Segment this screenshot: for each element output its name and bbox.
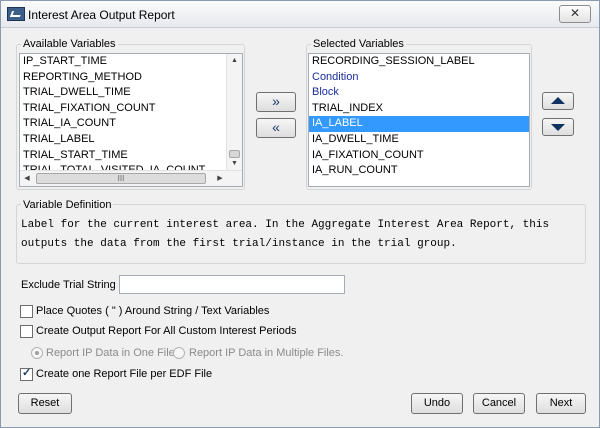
undo-button[interactable]: Undo	[411, 393, 463, 414]
scroll-up-arrow-icon[interactable]: ▲	[227, 54, 242, 68]
scroll-left-arrow-icon[interactable]: ◀	[20, 171, 34, 186]
cancel-button[interactable]: Cancel	[473, 393, 525, 414]
title-bar: Interest Area Output Report ✕	[1, 1, 599, 28]
horizontal-scroll-thumb[interactable]: III	[36, 173, 206, 184]
one-per-edf-checkbox[interactable]	[20, 366, 33, 381]
reset-button[interactable]: Reset	[18, 393, 72, 414]
available-variables-list[interactable]: IP_START_TIME REPORTING_METHOD TRIAL_DWELL…	[19, 53, 243, 187]
custom-periods-label: Create Output Report For All Custom Inte…	[36, 325, 297, 337]
available-variables-label: Available Variables	[21, 38, 118, 50]
selected-variable-item[interactable]: IA_FIXATION_COUNT	[309, 148, 529, 164]
available-variable-item[interactable]: TRIAL_IA_COUNT	[20, 116, 242, 132]
selected-variable-item[interactable]: IA_RUN_COUNT	[309, 163, 529, 179]
add-variable-button[interactable]: »	[256, 92, 296, 112]
selected-variables-label: Selected Variables	[311, 38, 406, 50]
available-variable-item[interactable]: TRIAL_FIXATION_COUNT	[20, 101, 242, 117]
move-up-button[interactable]	[542, 92, 574, 110]
dialog-window: Interest Area Output Report ✕ Available …	[0, 0, 600, 428]
ip-multiple-files-label: Report IP Data in Multiple Files.	[189, 347, 344, 359]
available-variable-item[interactable]: TRIAL_DWELL_TIME	[20, 85, 242, 101]
available-vertical-scrollbar[interactable]: ▲ ▼	[226, 54, 242, 171]
selected-variable-item[interactable]: IA_LABEL	[309, 116, 529, 132]
app-icon	[7, 7, 25, 21]
definition-line-1: Label for the current interest area. In …	[21, 219, 550, 231]
next-button[interactable]: Next	[536, 393, 586, 414]
arrow-down-icon	[551, 124, 565, 131]
scroll-right-arrow-icon[interactable]: ▶	[213, 171, 227, 186]
selected-variable-item[interactable]: Condition	[309, 70, 529, 86]
available-variable-item[interactable]: TRIAL_START_TIME	[20, 148, 242, 164]
exclude-trial-string-label: Exclude Trial String :	[21, 279, 122, 291]
available-horizontal-scrollbar[interactable]: ◀ III ▶	[20, 170, 242, 186]
exclude-trial-string-input[interactable]	[119, 275, 345, 294]
selected-variable-item[interactable]: Block	[309, 85, 529, 101]
close-button[interactable]: ✕	[559, 5, 591, 23]
available-variable-item[interactable]: IP_START_TIME	[20, 54, 242, 70]
move-down-button[interactable]	[542, 118, 574, 136]
place-quotes-label: Place Quotes ( " ) Around String / Text …	[36, 305, 270, 317]
window-title: Interest Area Output Report	[28, 8, 175, 22]
ip-one-file-radio[interactable]	[31, 347, 43, 359]
ip-one-file-label: Report IP Data in One File.	[46, 347, 178, 359]
one-per-edf-label: Create one Report File per EDF File	[36, 368, 213, 380]
available-variable-item[interactable]: TRIAL_LABEL	[20, 132, 242, 148]
variable-definition-label: Variable Definition	[21, 199, 114, 211]
custom-periods-checkbox[interactable]	[20, 325, 33, 338]
place-quotes-checkbox[interactable]	[20, 305, 33, 318]
selected-variables-list[interactable]: RECORDING_SESSION_LABEL Condition Block TRI…	[308, 53, 530, 187]
selected-variable-item[interactable]: RECORDING_SESSION_LABEL	[309, 54, 529, 70]
variable-definition-text: Label for the current interest area. In …	[21, 216, 549, 254]
selected-variable-item[interactable]: IA_DWELL_TIME	[309, 132, 529, 148]
remove-variable-button[interactable]: «	[256, 118, 296, 138]
selected-variable-item[interactable]: TRIAL_INDEX	[309, 101, 529, 117]
definition-line-2: outputs the data from the first trial/in…	[21, 238, 457, 250]
scroll-down-arrow-icon[interactable]: ▼	[227, 157, 242, 171]
available-variable-item[interactable]: REPORTING_METHOD	[20, 70, 242, 86]
arrow-up-icon	[551, 97, 565, 104]
ip-multiple-files-radio[interactable]	[173, 347, 185, 359]
